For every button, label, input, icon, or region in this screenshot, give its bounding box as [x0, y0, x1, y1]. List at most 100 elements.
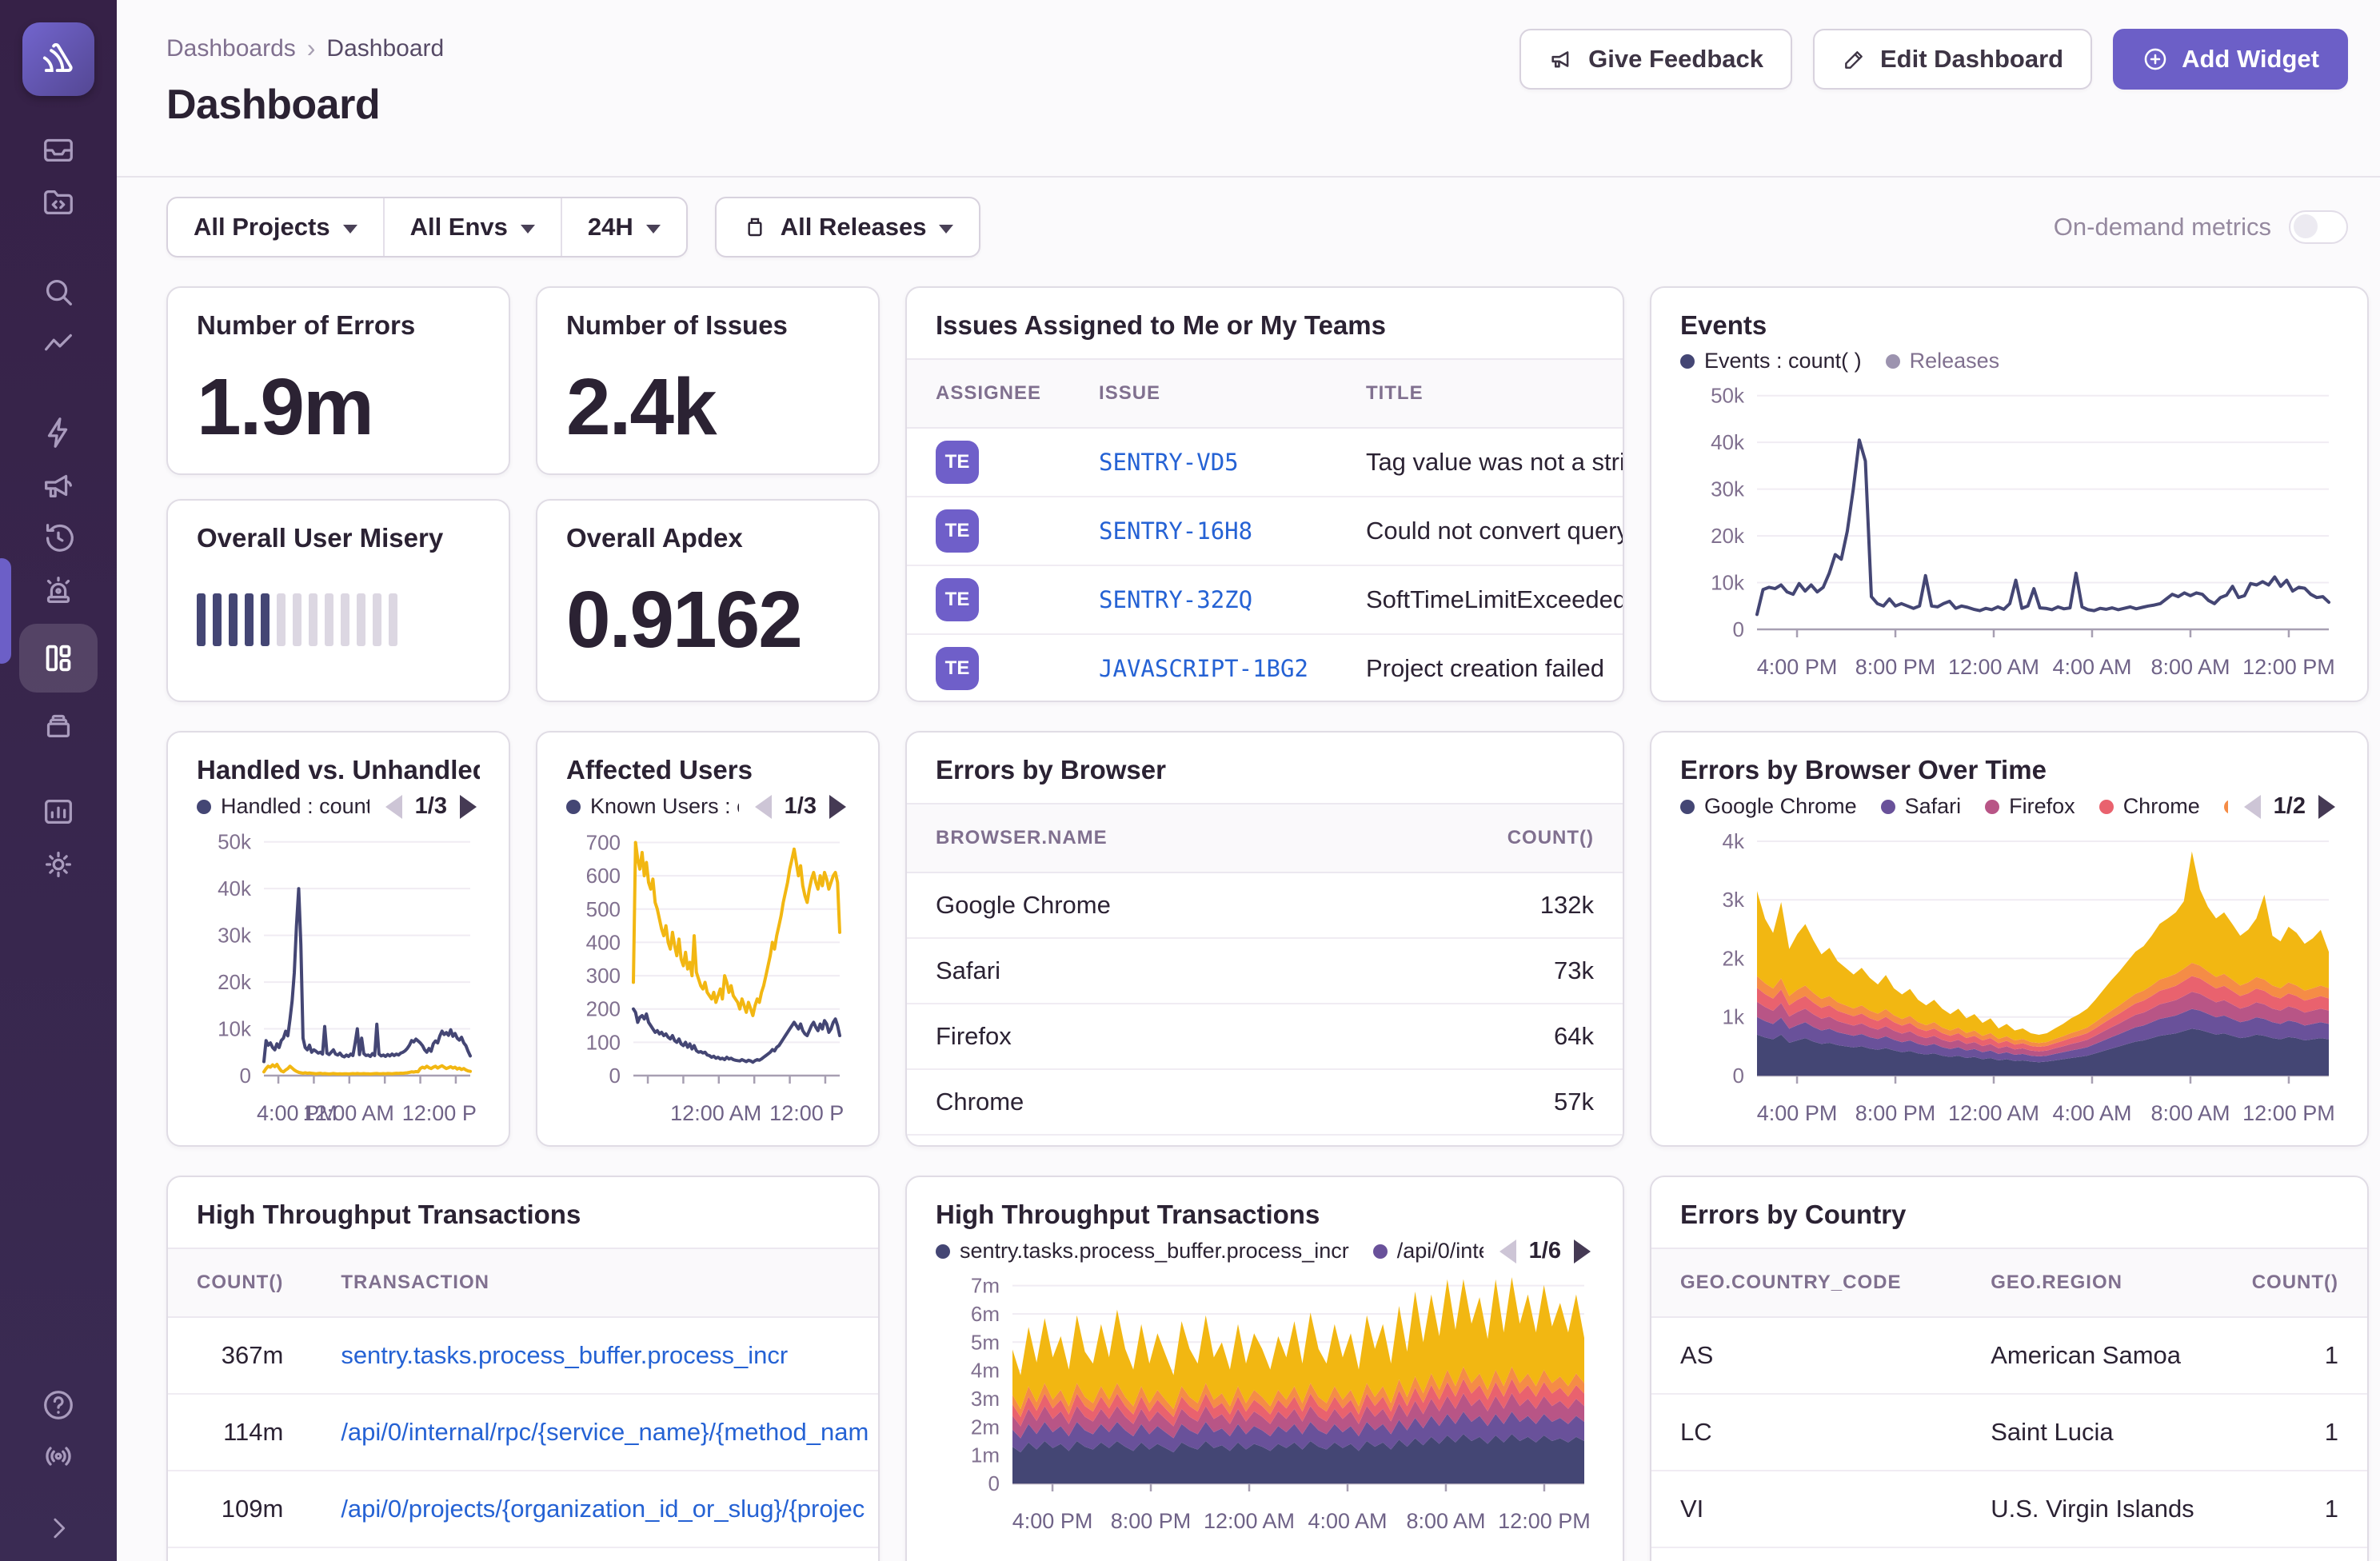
column-header-count[interactable]: COUNT()	[2223, 1248, 2367, 1317]
sidebar-item-settings[interactable]	[40, 846, 77, 883]
help-button[interactable]	[40, 1387, 77, 1423]
assignee-avatar[interactable]: TE	[936, 578, 979, 621]
project-filter[interactable]: All Projects	[168, 198, 383, 256]
svg-text:2k: 2k	[1723, 946, 1745, 970]
handled-line-chart[interactable]: 010k20k30k40k50k4:00 PM12:00 AM12:00 P	[197, 824, 480, 1125]
sentry-logo[interactable]	[22, 22, 94, 96]
breadcrumb-separator-icon: ›	[307, 34, 316, 63]
widget-high-throughput-chart[interactable]: High Throughput Transactions sentry.task…	[905, 1176, 1624, 1561]
chevron-down-icon	[939, 225, 953, 234]
issue-link[interactable]: JAVASCRIPT-1BG2	[1099, 655, 1308, 682]
svg-text:1k: 1k	[1723, 1005, 1745, 1029]
column-header-title[interactable]: TITLE	[1337, 359, 1624, 428]
widget-number-of-issues[interactable]: Number of Issues 2.4k	[536, 286, 880, 475]
legend-item[interactable]: Mobile S	[2224, 794, 2228, 819]
sidebar-item-alerts[interactable]	[40, 573, 77, 609]
add-widget-button[interactable]: Add Widget	[2113, 29, 2348, 90]
assignee-avatar[interactable]: TE	[936, 647, 979, 690]
column-header-issue[interactable]: ISSUE	[1070, 359, 1337, 428]
errors-by-browser-stacked-chart[interactable]: 01k2k3k4k4:00 PM8:00 PM12:00 AM4:00 AM8:…	[1680, 824, 2338, 1125]
high-throughput-stacked-chart[interactable]: 01m2m3m4m5m6m7m4:00 PM8:00 PM12:00 AM4:0…	[936, 1269, 1594, 1533]
widget-user-misery[interactable]: Overall User Misery	[166, 499, 510, 702]
widget-title: Number of Errors	[197, 310, 480, 341]
sidebar-item-issues[interactable]	[40, 131, 77, 168]
issue-link[interactable]: SENTRY-VD5	[1099, 449, 1239, 476]
sidebar-item-stats[interactable]	[40, 793, 77, 830]
widget-errors-by-browser[interactable]: Errors by Browser BROWSER.NAMECOUNT()Goo…	[905, 731, 1624, 1147]
svg-text:3m: 3m	[971, 1387, 1000, 1411]
sidebar-collapse-button[interactable]	[40, 1510, 77, 1547]
column-header-assignee[interactable]: ASSIGNEE	[907, 359, 1070, 428]
give-feedback-button[interactable]: Give Feedback	[1519, 29, 1792, 90]
transaction-link[interactable]: sentry.tasks.process_buffer.process_incr	[341, 1341, 788, 1369]
sidebar-item-dashboards[interactable]	[19, 624, 98, 693]
table-row: 367msentry.tasks.process_buffer.process_…	[168, 1317, 880, 1394]
legend-item[interactable]: Safari	[1881, 794, 1962, 819]
sidebar-item-performance[interactable]	[40, 326, 77, 363]
column-header-code[interactable]: GEO.COUNTRY_CODE	[1651, 1248, 1962, 1317]
svg-text:30k: 30k	[218, 924, 252, 948]
column-header-count[interactable]: COUNT()	[168, 1248, 312, 1317]
widget-events[interactable]: Events Events : count( )Releases 010k20k…	[1650, 286, 2369, 702]
widget-number-of-errors[interactable]: Number of Errors 1.9m	[166, 286, 510, 475]
user-misery-meter	[197, 593, 480, 646]
table-row: TESENTRY-VD5Tag value was not a strin	[907, 428, 1624, 497]
widget-title: High Throughput Transactions	[936, 1200, 1594, 1230]
projects-folder-icon	[40, 184, 77, 221]
widget-high-throughput-table[interactable]: High Throughput Transactions COUNT()TRAN…	[166, 1176, 880, 1561]
environment-filter[interactable]: All Envs	[383, 198, 561, 256]
page-filters: All Projects All Envs 24H	[166, 197, 688, 258]
legend-item[interactable]: Known Users : cour	[566, 794, 739, 819]
widget-affected-users[interactable]: Affected Users Known Users : cour 1/3 01…	[536, 731, 880, 1147]
column-header-count[interactable]: COUNT()	[1348, 804, 1623, 872]
breadcrumb-dashboards[interactable]: Dashboards	[166, 35, 296, 62]
widget-errors-by-country[interactable]: Errors by Country GEO.COUNTRY_CODEGEO.RE…	[1650, 1176, 2369, 1561]
whats-new-button[interactable]	[40, 1438, 77, 1475]
column-header-name[interactable]: BROWSER.NAME	[907, 804, 1348, 872]
releases-filter[interactable]: All Releases	[717, 198, 980, 256]
widget-apdex[interactable]: Overall Apdex 0.9162	[536, 499, 880, 702]
widget-handled-unhandled[interactable]: Handled vs. Unhandled Handled : count( )…	[166, 731, 510, 1147]
svg-text:20k: 20k	[1711, 524, 1745, 548]
legend-item[interactable]: Events : count( )	[1680, 349, 1862, 373]
errors-by-country-table: GEO.COUNTRY_CODEGEO.REGIONCOUNT()ASAmeri…	[1651, 1248, 2367, 1561]
widget-issues-assigned[interactable]: Issues Assigned to Me or My Teams ASSIGN…	[905, 286, 1624, 702]
assignee-avatar[interactable]: TE	[936, 509, 979, 553]
widget-pager[interactable]: 1/3	[385, 793, 477, 820]
legend-item[interactable]: Handled : count( )	[197, 794, 369, 819]
widget-pager[interactable]: 1/3	[755, 793, 846, 820]
column-header-transaction[interactable]: TRANSACTION	[312, 1248, 880, 1317]
sidebar-item-replays[interactable]	[40, 520, 77, 557]
issue-link[interactable]: SENTRY-32ZQ	[1099, 586, 1252, 613]
events-line-chart[interactable]: 010k20k30k40k50k4:00 PM8:00 PM12:00 AM4:…	[1680, 378, 2338, 679]
legend-dot-icon	[1886, 354, 1900, 369]
sidebar-item-explore[interactable]	[40, 273, 77, 310]
affected-users-line-chart[interactable]: 010020030040050060070012:00 AM12:00 P	[566, 824, 849, 1125]
legend-item[interactable]: /api/0/internal/r	[1373, 1239, 1484, 1264]
sidebar-item-releases[interactable]	[40, 707, 77, 744]
transaction-link[interactable]: /api/0/internal/rpc/{service_name}/{meth…	[341, 1418, 869, 1446]
widget-pager[interactable]: 1/6	[1499, 1238, 1591, 1264]
sidebar-item-insights[interactable]	[40, 414, 77, 451]
gear-icon	[40, 846, 77, 883]
widget-errors-by-browser-over-time[interactable]: Errors by Browser Over Time Google Chrom…	[1650, 731, 2369, 1147]
sidebar-item-projects[interactable]	[40, 184, 77, 221]
svg-text:10k: 10k	[1711, 571, 1745, 595]
transaction-link[interactable]: /api/0/projects/{organization_id_or_slug…	[341, 1495, 865, 1523]
svg-text:8:00 PM: 8:00 PM	[1855, 655, 1936, 679]
edit-dashboard-button[interactable]: Edit Dashboard	[1813, 29, 2092, 90]
legend-dot-icon	[1373, 1244, 1388, 1259]
legend-item[interactable]: Google Chrome	[1680, 794, 1857, 819]
issue-link[interactable]: SENTRY-16H8	[1099, 517, 1252, 545]
assignee-avatar[interactable]: TE	[936, 441, 979, 484]
legend-item[interactable]: Firefox	[1985, 794, 2075, 819]
sidebar-item-feedback[interactable]	[40, 467, 77, 504]
legend-item[interactable]: Chrome	[2099, 794, 2200, 819]
legend-item[interactable]: Releases	[1886, 349, 2000, 373]
date-range-filter[interactable]: 24H	[561, 198, 686, 256]
column-header-region[interactable]: GEO.REGION	[1962, 1248, 2222, 1317]
legend-item[interactable]: sentry.tasks.process_buffer.process_incr	[936, 1239, 1349, 1264]
ondemand-metrics-toggle[interactable]	[2289, 210, 2348, 244]
widget-pager[interactable]: 1/2	[2244, 793, 2335, 820]
svg-text:0: 0	[988, 1471, 1000, 1495]
